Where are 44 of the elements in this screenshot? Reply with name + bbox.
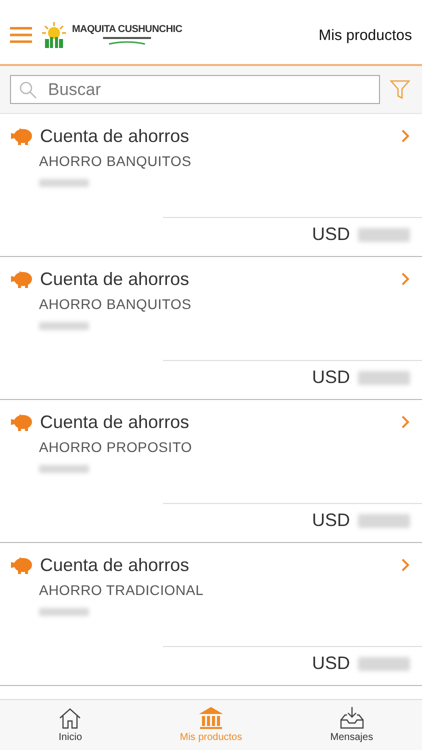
account-card[interactable]: Cuenta de ahorros AHORRO BANQUITOS USD <box>0 114 422 257</box>
currency-label: USD <box>312 224 350 245</box>
account-type: Cuenta de ahorros <box>40 126 190 146</box>
blurred-number <box>358 370 410 384</box>
blurred-number <box>358 514 410 528</box>
product-name: AHORRO BANQUITOS <box>39 296 192 312</box>
account-type: Cuenta de ahorros <box>40 554 190 576</box>
piggy-bank-icon <box>10 413 34 431</box>
page-title: Mis productos <box>318 26 412 44</box>
account-card[interactable]: Cuenta de ahorros AHORRO BANQUITOS USD <box>0 257 422 400</box>
chevron-right-icon <box>401 272 410 286</box>
filter-icon[interactable] <box>390 80 410 100</box>
piggy-bank-icon <box>10 127 34 145</box>
home-icon <box>58 707 82 729</box>
logo-icon <box>42 22 66 48</box>
chevron-right-icon <box>401 415 410 429</box>
bank-icon <box>199 707 223 729</box>
blurred-number <box>39 322 89 330</box>
currency-label: USD <box>312 510 350 531</box>
blurred-number <box>39 465 89 473</box>
logo-text: MAQUITA CUSHUNCHIC <box>72 24 182 35</box>
account-type: Cuenta de ahorros <box>40 268 190 290</box>
account-card[interactable]: Cuenta de ahorros AHORRO PROPOSITO USD <box>0 400 422 543</box>
product-name: AHORRO TRADICIONAL <box>39 582 205 598</box>
tab[interactable]: Mensajes <box>281 700 422 750</box>
product-name: AHORRO PROPOSITO <box>39 439 194 455</box>
account-card[interactable]: Cuenta de ahorros AHORRO TRADICIONAL USD <box>0 543 422 686</box>
search-field[interactable]: Buscar <box>10 75 380 104</box>
tab[interactable]: Inicio <box>0 700 141 750</box>
product-name: AHORRO BANQUITOS <box>39 153 192 169</box>
blurred-number <box>39 179 89 187</box>
account-type: Cuenta de ahorros <box>40 412 190 432</box>
piggy-bank-icon <box>10 270 34 288</box>
blurred-number <box>358 656 410 670</box>
search-icon <box>19 81 37 99</box>
chevron-right-icon <box>401 558 410 572</box>
blurred-number <box>358 228 410 242</box>
blurred-number <box>39 608 89 616</box>
inbox-icon <box>340 707 364 729</box>
chevron-right-icon <box>401 129 410 143</box>
currency-label: USD <box>312 653 350 674</box>
piggy-bank-icon <box>10 556 34 574</box>
menu-icon[interactable] <box>10 27 32 43</box>
currency-label: USD <box>312 367 350 388</box>
